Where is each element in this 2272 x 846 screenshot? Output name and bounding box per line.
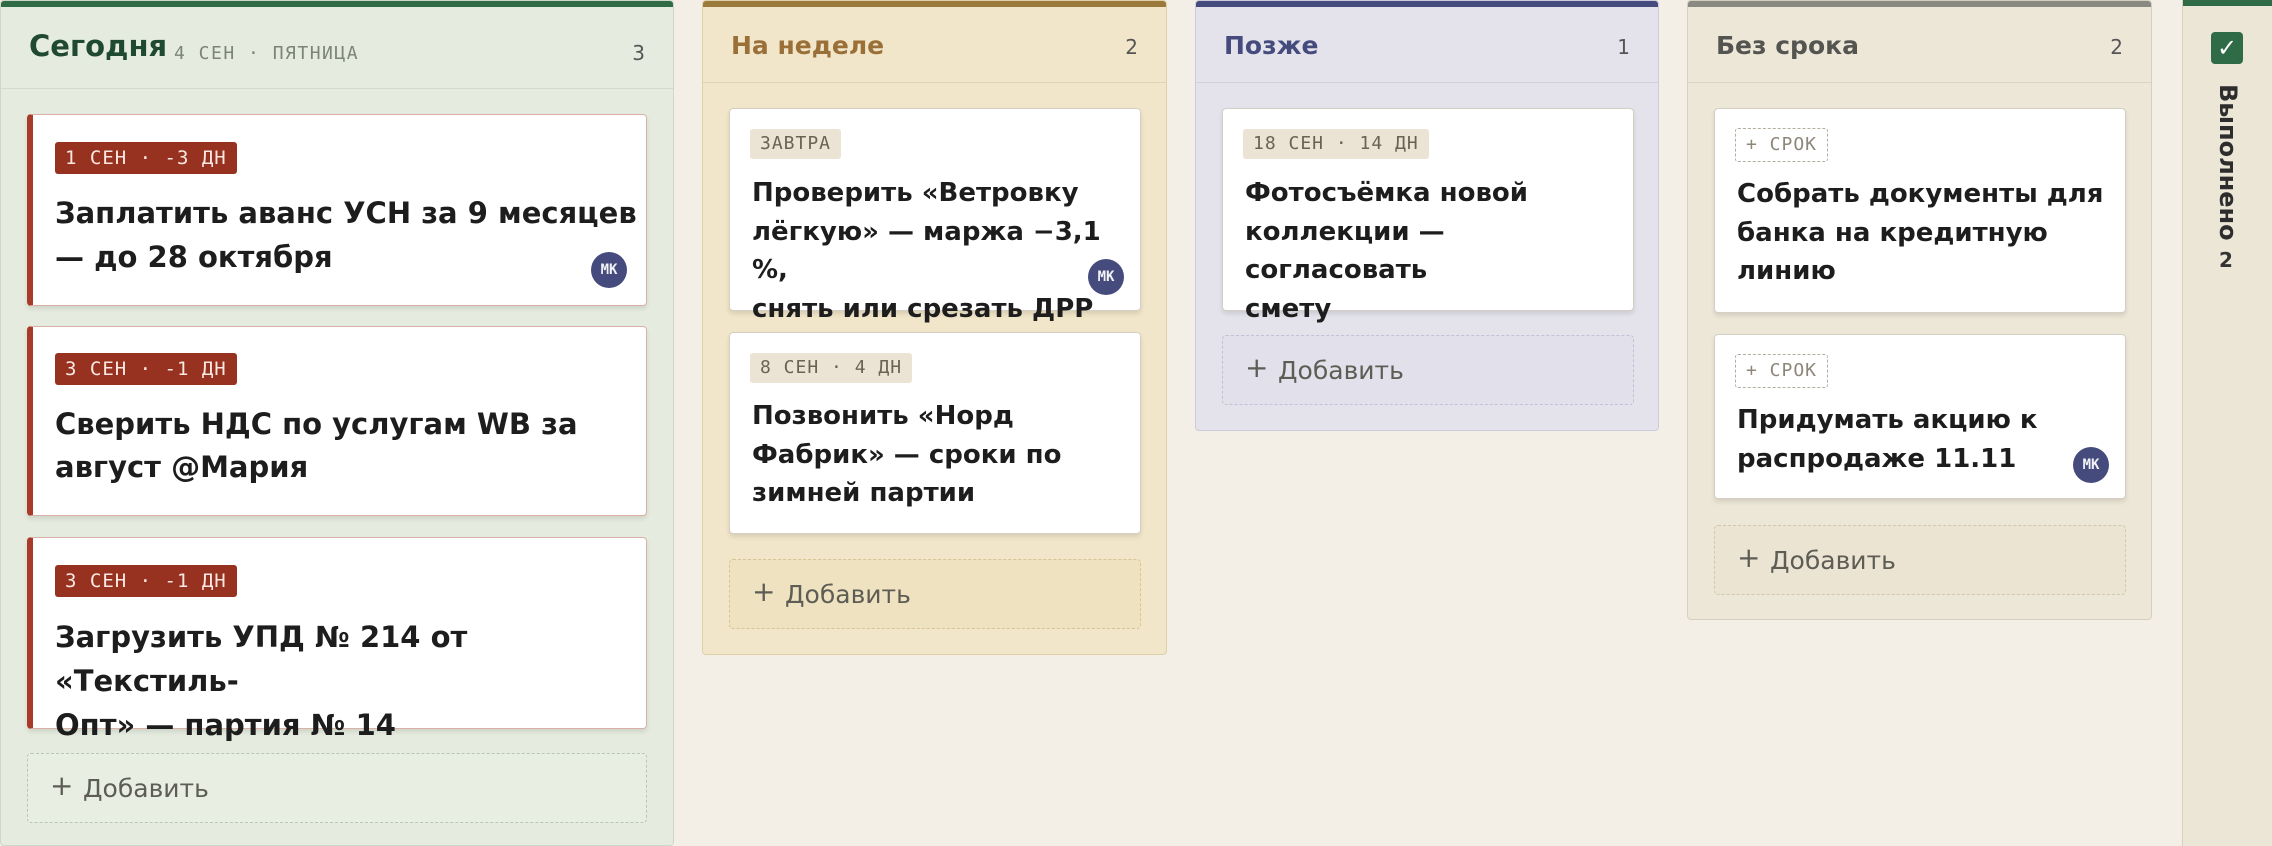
add-card-label: Добавить	[1278, 356, 1404, 385]
due-date-tag: 3 СЕН · -1 ДН	[55, 353, 237, 385]
column-this-week: На неделе 2 ЗАВТРА Проверить «Ветровку л…	[702, 0, 1167, 655]
checkmark-icon: ✓	[2211, 32, 2243, 64]
column-header: Позже 1	[1196, 7, 1658, 83]
task-card[interactable]: 3 СЕН · -1 ДН Сверить НДС по услугам WB …	[27, 326, 647, 516]
plus-icon: +	[50, 769, 74, 802]
due-date-tag: 18 СЕН · 14 ДН	[1243, 129, 1429, 159]
column-title: Позже	[1224, 31, 1319, 60]
task-title-line: — до 28 октября	[55, 240, 333, 274]
task-card[interactable]: ЗАВТРА Проверить «Ветровку лёгкую» — мар…	[729, 108, 1141, 324]
task-title-line: Загрузить УПД № 214 от «Текстиль-	[55, 620, 468, 698]
task-title-line: лёгкую» — маржа −3,1 %,	[752, 216, 1101, 286]
task-title-line: Позвонить «Норд	[752, 401, 1014, 431]
task-title: Проверить «Ветровку лёгкую» — маржа −3,1…	[752, 174, 1140, 328]
task-title-line: смету	[1245, 293, 1332, 324]
column-no-deadline: Без срока 2 + СРОК Собрать документы для…	[1687, 0, 2152, 620]
add-card-button[interactable]: + Добавить	[729, 559, 1141, 629]
column-done-collapsed[interactable]: ✓ Выполнено 2	[2182, 0, 2272, 846]
due-date-tag: 8 СЕН · 4 ДН	[750, 353, 913, 383]
add-card-label: Добавить	[83, 774, 209, 803]
column-title: На неделе	[731, 31, 885, 60]
task-title: Позвонить «Норд Фабрик» — сроки по зимне…	[752, 397, 1062, 513]
task-title: Загрузить УПД № 214 от «Текстиль- Опт» —…	[55, 615, 646, 747]
add-card-button[interactable]: + Добавить	[1222, 335, 1634, 405]
plus-icon: +	[752, 575, 776, 608]
task-title: Сверить НДС по услугам WB за август @Мар…	[55, 403, 578, 489]
column-count: 2	[1125, 35, 1138, 59]
column-count: 1	[1617, 35, 1630, 59]
task-title-line: август @Мария	[55, 450, 309, 484]
task-card[interactable]: 18 СЕН · 14 ДН Фотосъёмка новой коллекци…	[1222, 108, 1634, 324]
task-title: Фотосъёмка новой коллекции — согласовать…	[1245, 174, 1633, 328]
column-count: 2	[2219, 248, 2233, 272]
task-title-line: Собрать документы для	[1737, 179, 2104, 209]
task-card[interactable]: 3 СЕН · -1 ДН Загрузить УПД № 214 от «Те…	[27, 537, 647, 742]
task-title-line: Заплатить аванс УСН за 9 месяцев	[55, 196, 637, 230]
column-date: 4 СЕН · ПЯТНИЦА	[174, 43, 360, 64]
task-title-line: линию	[1737, 256, 1836, 286]
task-title-line: Фабрик» — сроки по	[752, 439, 1062, 470]
task-card[interactable]: + СРОК Собрать документы для банка на кр…	[1714, 108, 2126, 313]
task-title-line: Проверить «Ветровку	[752, 178, 1079, 208]
due-date-tag: ЗАВТРА	[750, 129, 842, 159]
column-header: Сегодня 4 СЕН · ПЯТНИЦА 3	[1, 7, 673, 89]
add-card-label: Добавить	[1770, 546, 1896, 575]
column-accent-bar	[2183, 0, 2272, 6]
assignee-avatar[interactable]: МК	[1088, 259, 1124, 295]
task-title-line: Придумать акцию к	[1737, 405, 2038, 435]
set-deadline-tag[interactable]: + СРОК	[1735, 354, 1829, 388]
due-date-tag: 3 СЕН · -1 ДН	[55, 565, 237, 597]
add-card-button[interactable]: + Добавить	[1714, 525, 2126, 595]
column-later: Позже 1 18 СЕН · 14 ДН Фотосъёмка новой …	[1195, 0, 1659, 431]
column-header: На неделе 2	[703, 7, 1166, 83]
task-title-line: Сверить НДС по услугам WB за	[55, 407, 578, 441]
column-count: 3	[632, 41, 645, 65]
due-date-tag: 1 СЕН · -3 ДН	[55, 142, 237, 174]
task-title-line: зимней партии	[752, 478, 976, 508]
task-title-line: снять или срезать ДРР	[752, 293, 1094, 324]
task-title-line: коллекции — согласовать	[1245, 216, 1445, 286]
set-deadline-tag[interactable]: + СРОК	[1735, 128, 1829, 162]
task-card[interactable]: + СРОК Придумать акцию к распродаже 11.1…	[1714, 334, 2126, 499]
task-title-line: распродаже 11.11	[1737, 443, 2017, 474]
add-card-label: Добавить	[785, 580, 911, 609]
plus-icon: +	[1737, 541, 1761, 574]
column-title: Сегодня	[29, 29, 168, 63]
assignee-avatar[interactable]: МК	[2073, 447, 2109, 483]
task-card[interactable]: 1 СЕН · -3 ДН Заплатить аванс УСН за 9 м…	[27, 114, 647, 306]
task-title-line: Опт» — партия № 14	[55, 708, 396, 742]
kanban-board: Сегодня 4 СЕН · ПЯТНИЦА 3 1 СЕН · -3 ДН …	[0, 0, 2272, 846]
column-title: Выполнено	[2214, 84, 2242, 241]
task-title: Придумать акцию к распродаже 11.11	[1737, 401, 2038, 478]
column-header: Без срока 2	[1688, 7, 2151, 83]
assignee-avatar[interactable]: МК	[591, 252, 627, 288]
column-title: Без срока	[1716, 31, 1859, 60]
task-card[interactable]: 8 СЕН · 4 ДН Позвонить «Норд Фабрик» — с…	[729, 332, 1141, 534]
column-count: 2	[2110, 35, 2123, 59]
task-title: Заплатить аванс УСН за 9 месяцев — до 28…	[55, 191, 637, 279]
task-title: Собрать документы для банка на кредитную…	[1737, 175, 2104, 291]
add-card-button[interactable]: + Добавить	[27, 753, 647, 823]
plus-icon: +	[1245, 351, 1269, 384]
column-today: Сегодня 4 СЕН · ПЯТНИЦА 3 1 СЕН · -3 ДН …	[0, 0, 674, 846]
task-title-line: банка на кредитную	[1737, 217, 2048, 248]
task-title-line: Фотосъёмка новой	[1245, 178, 1529, 208]
